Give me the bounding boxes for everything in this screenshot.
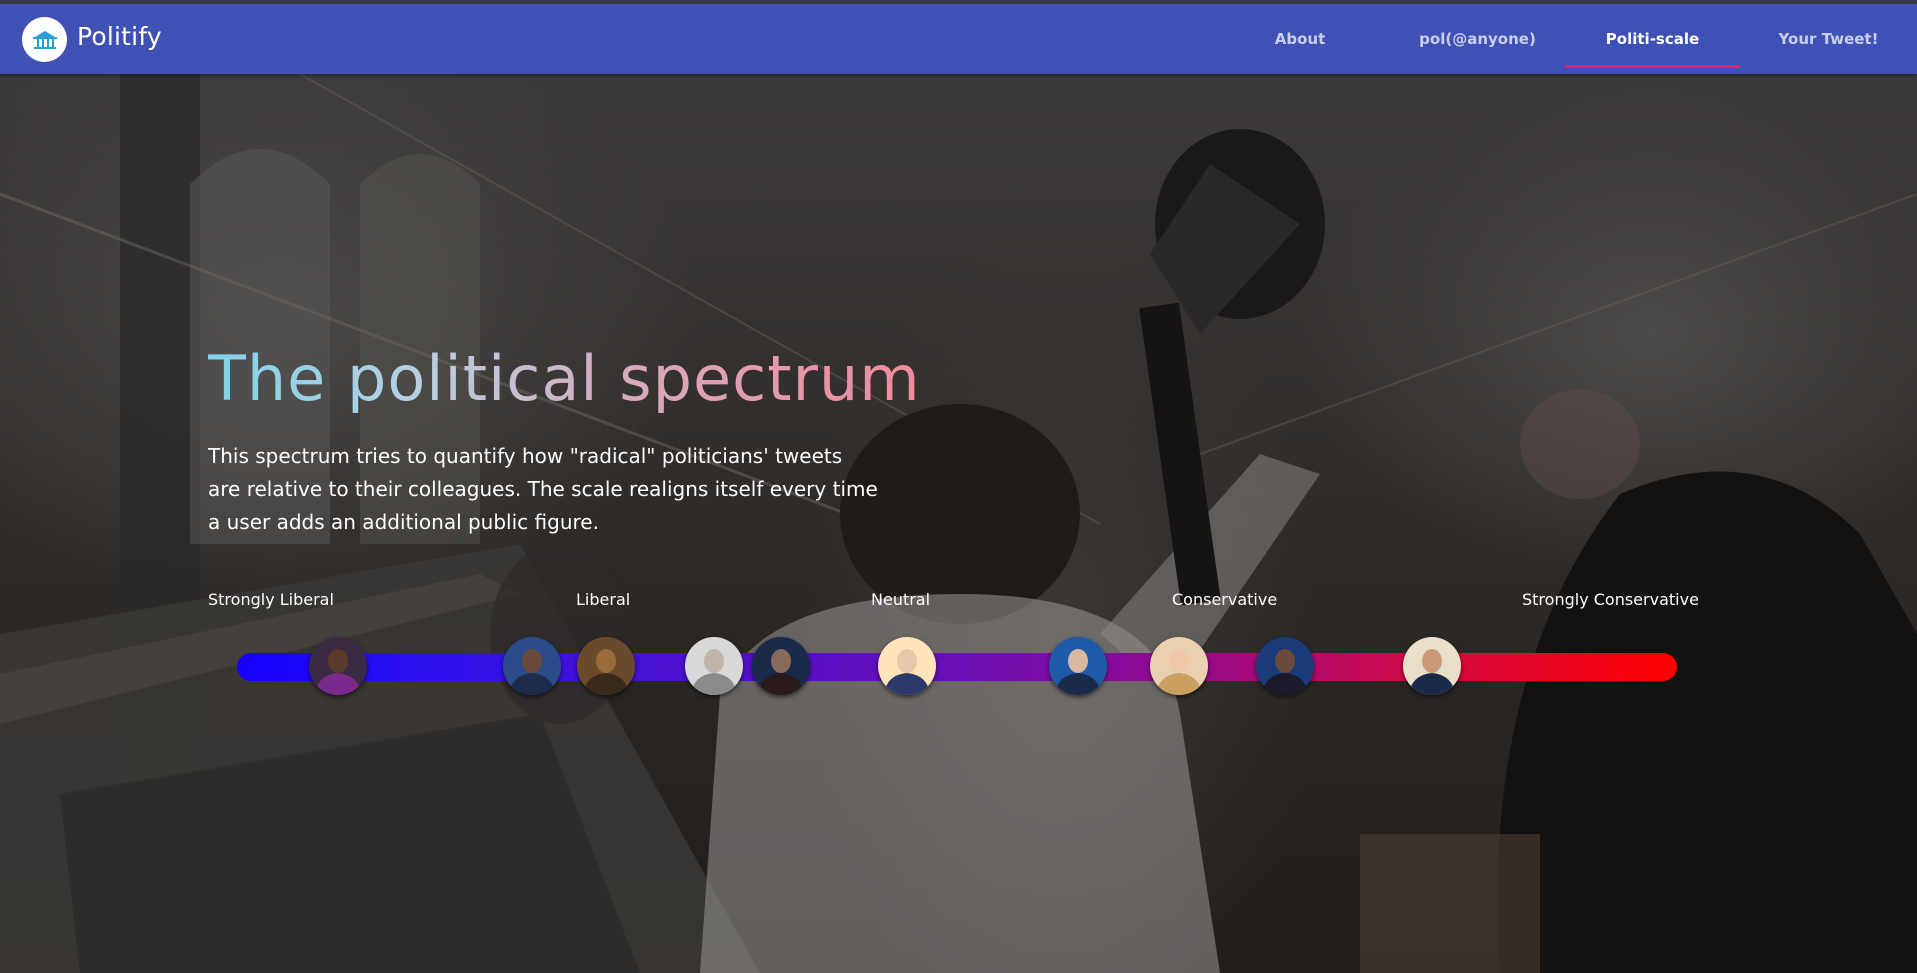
politify-logo-icon[interactable] xyxy=(22,17,67,62)
tab-label: pol(@anyone) xyxy=(1419,30,1536,48)
politician-avatar-10[interactable] xyxy=(1403,637,1462,695)
politician-avatar-4[interactable] xyxy=(684,637,743,695)
politician-avatar-8[interactable] xyxy=(1149,637,1208,695)
politician-avatar-3[interactable] xyxy=(576,637,635,695)
tab-label: Politi-scale xyxy=(1605,30,1700,48)
tab-label: About xyxy=(1274,30,1326,48)
politician-avatar-1[interactable] xyxy=(308,637,367,695)
label-conservative: Conservative xyxy=(1172,590,1278,609)
hero-section: The political spectrum This spectrum tri… xyxy=(0,74,1917,973)
politician-avatar-9[interactable] xyxy=(1256,637,1315,695)
label-strongly-liberal: Strongly Liberal xyxy=(208,590,334,609)
tab-label: Your Tweet! xyxy=(1778,30,1879,48)
label-liberal: Liberal xyxy=(576,590,631,609)
politician-avatar-6[interactable] xyxy=(877,637,936,695)
label-neutral: Neutral xyxy=(871,590,931,609)
tab-your-tweet[interactable]: Your Tweet! xyxy=(1760,4,1897,74)
politician-avatar-5[interactable] xyxy=(752,637,811,695)
politician-avatar-7[interactable] xyxy=(1048,637,1107,695)
label-strongly-conservative: Strongly Conservative xyxy=(1522,590,1699,609)
navbar: Politify About pol(@anyone) Politi-scale… xyxy=(0,4,1917,74)
brand-name[interactable]: Politify xyxy=(77,22,162,51)
spectrum-description: This spectrum tries to quantify how "rad… xyxy=(208,444,878,534)
tab-pol-anyone[interactable]: pol(@anyone) xyxy=(1405,4,1550,74)
spectrum-bar xyxy=(237,653,1677,681)
active-tab-indicator xyxy=(1565,65,1740,68)
tab-politi-scale[interactable]: Politi-scale xyxy=(1565,4,1740,74)
politician-avatar-2[interactable] xyxy=(503,637,562,695)
page-title: The political spectrum xyxy=(208,342,921,415)
tab-about[interactable]: About xyxy=(1250,4,1350,74)
